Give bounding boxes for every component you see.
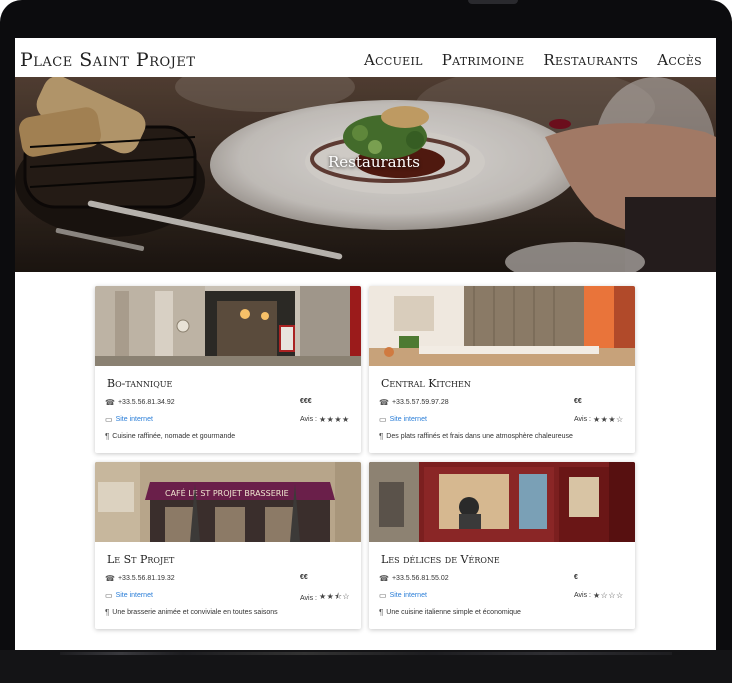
restaurant-description: Des plats raffinés et frais dans une atm… bbox=[386, 433, 573, 440]
nav-link-acces[interactable]: Accès bbox=[657, 51, 702, 69]
nav-link-restaurants[interactable]: Restaurants bbox=[543, 51, 638, 69]
restaurant-photo: CAFÉ LE ST PROJET BRASSERIE bbox=[95, 462, 361, 542]
hero-title: Restaurants bbox=[328, 153, 420, 171]
website-link[interactable]: Site internet bbox=[116, 592, 153, 599]
restaurant-description: Une cuisine italienne simple et économiq… bbox=[386, 609, 521, 616]
restaurant-name: Bo-tannique bbox=[107, 377, 173, 390]
device-notch bbox=[468, 0, 518, 4]
cafe-awning-sign: CAFÉ LE ST PROJET BRASSERIE bbox=[165, 487, 289, 498]
star-rating-icon: ★★⯪☆ bbox=[319, 592, 351, 601]
laptop-icon: ▭ bbox=[379, 591, 387, 600]
star-rating-icon: ★★★★ bbox=[319, 415, 350, 424]
restaurant-name: Les délices de Vérone bbox=[381, 553, 500, 566]
hero-banner: Restaurants bbox=[15, 77, 716, 272]
website-row: ▭ Site internet bbox=[105, 415, 153, 424]
restaurant-card[interactable]: CAFÉ LE ST PROJET BRASSERIE Le St Projet… bbox=[95, 462, 361, 629]
price-level: €€€ bbox=[300, 398, 312, 405]
rating: Avis : ★★★☆ bbox=[574, 415, 624, 424]
restaurant-name: Le St Projet bbox=[107, 553, 175, 566]
laptop-icon: ▭ bbox=[105, 591, 113, 600]
laptop-hinge bbox=[60, 652, 672, 655]
restaurant-name: Central Kitchen bbox=[381, 377, 471, 390]
restaurant-photo bbox=[369, 286, 635, 366]
nav-link-accueil[interactable]: Accueil bbox=[364, 51, 423, 69]
phone-row: ☎ +33.5.56.81.55.02 bbox=[379, 574, 449, 583]
phone-row: ☎ +33.5.56.81.34.92 bbox=[105, 398, 175, 407]
phone-number[interactable]: +33.5.56.81.19.32 bbox=[118, 575, 175, 582]
phone-icon: ☎ bbox=[379, 398, 389, 407]
browser-viewport: Place Saint Projet Accueil Patrimoine Re… bbox=[15, 38, 716, 650]
laptop-icon: ▭ bbox=[379, 415, 387, 424]
reviews-label: Avis : bbox=[300, 416, 317, 423]
website-link[interactable]: Site internet bbox=[116, 416, 153, 423]
laptop-icon: ▭ bbox=[105, 415, 113, 424]
description-row: ¶ Des plats raffinés et frais dans une a… bbox=[379, 432, 573, 441]
fork-knife-icon: ¶ bbox=[105, 608, 110, 617]
rating: Avis : ★★★★ bbox=[300, 415, 350, 424]
star-rating-icon: ★★★☆ bbox=[593, 415, 624, 424]
laptop-frame: Place Saint Projet Accueil Patrimoine Re… bbox=[0, 0, 732, 683]
phone-row: ☎ +33.5.56.81.19.32 bbox=[105, 574, 175, 583]
rating: Avis : ★☆☆☆ bbox=[574, 591, 624, 600]
fork-knife-icon: ¶ bbox=[105, 432, 110, 441]
site-brand[interactable]: Place Saint Projet bbox=[20, 49, 196, 71]
price-level: € bbox=[574, 574, 578, 581]
description-row: ¶ Cuisine raffinée, nomade et gourmande bbox=[105, 432, 235, 441]
price-level: €€ bbox=[574, 398, 582, 405]
restaurant-description: Une brasserie animée et conviviale en to… bbox=[112, 609, 278, 616]
hero-photo bbox=[15, 77, 716, 272]
website-row: ▭ Site internet bbox=[379, 415, 427, 424]
website-row: ▭ Site internet bbox=[105, 591, 153, 600]
restaurant-card[interactable]: Central Kitchen ☎ +33.5.57.59.97.28 €€ ▭… bbox=[369, 286, 635, 453]
phone-icon: ☎ bbox=[105, 398, 115, 407]
rating: Avis : ★★⯪☆ bbox=[300, 591, 350, 605]
phone-number[interactable]: +33.5.57.59.97.28 bbox=[392, 399, 449, 406]
website-row: ▭ Site internet bbox=[379, 591, 427, 600]
nav-menu: Accueil Patrimoine Restaurants Accès bbox=[364, 51, 702, 69]
reviews-label: Avis : bbox=[300, 594, 317, 602]
restaurant-photo bbox=[369, 462, 635, 542]
nav-link-patrimoine[interactable]: Patrimoine bbox=[442, 51, 525, 69]
price-level: €€ bbox=[300, 574, 308, 581]
description-row: ¶ Une brasserie animée et conviviale en … bbox=[105, 608, 278, 617]
top-navbar: Place Saint Projet Accueil Patrimoine Re… bbox=[15, 38, 716, 77]
description-row: ¶ Une cuisine italienne simple et économ… bbox=[379, 608, 521, 617]
phone-icon: ☎ bbox=[105, 574, 115, 583]
reviews-label: Avis : bbox=[574, 592, 591, 599]
restaurant-description: Cuisine raffinée, nomade et gourmande bbox=[112, 433, 236, 440]
phone-number[interactable]: +33.5.56.81.55.02 bbox=[392, 575, 449, 582]
website-link[interactable]: Site internet bbox=[390, 416, 427, 423]
restaurant-card[interactable]: Les délices de Vérone ☎ +33.5.56.81.55.0… bbox=[369, 462, 635, 629]
star-rating-icon: ★☆☆☆ bbox=[593, 591, 624, 600]
restaurant-card[interactable]: Bo-tannique ☎ +33.5.56.81.34.92 €€€ ▭ Si… bbox=[95, 286, 361, 453]
website-link[interactable]: Site internet bbox=[390, 592, 427, 599]
fork-knife-icon: ¶ bbox=[379, 608, 384, 617]
reviews-label: Avis : bbox=[574, 416, 591, 423]
fork-knife-icon: ¶ bbox=[379, 432, 384, 441]
phone-row: ☎ +33.5.57.59.97.28 bbox=[379, 398, 449, 407]
phone-number[interactable]: +33.5.56.81.34.92 bbox=[118, 399, 175, 406]
phone-icon: ☎ bbox=[379, 574, 389, 583]
restaurant-photo bbox=[95, 286, 361, 366]
